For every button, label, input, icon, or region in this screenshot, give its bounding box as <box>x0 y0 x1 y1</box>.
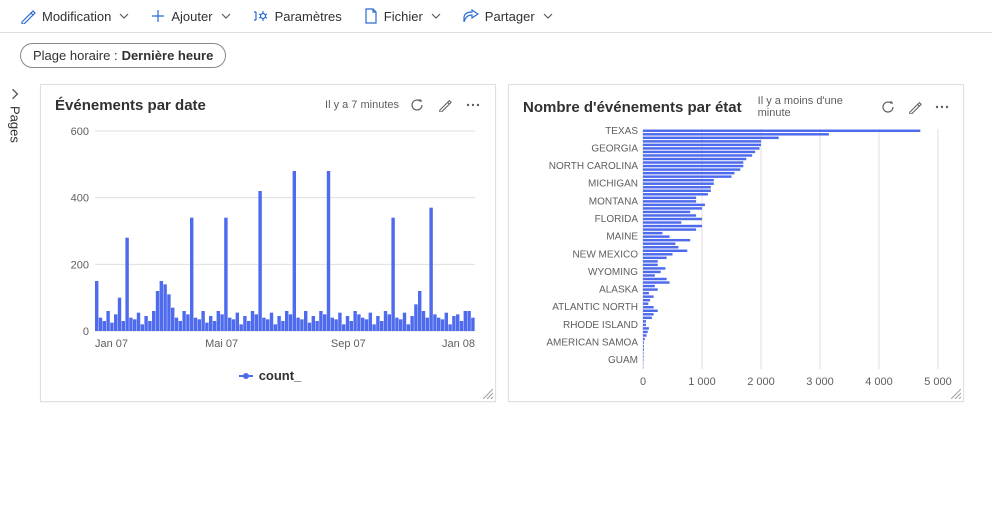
edit-tile-button[interactable] <box>435 95 455 115</box>
pencil-icon <box>908 100 922 114</box>
svg-text:0: 0 <box>83 326 89 338</box>
more-button[interactable] <box>932 97 951 117</box>
svg-text:NORTH CAROLINA: NORTH CAROLINA <box>549 161 639 172</box>
legend-swatch <box>239 375 253 377</box>
timerange-value: Dernière heure <box>122 48 214 63</box>
share-label: Partager <box>485 9 535 24</box>
more-button[interactable] <box>463 95 483 115</box>
events-by-state-chart: 0 1 000 2 000 3 000 4 000 5 000 TEXAS GEORGIA NO… <box>523 125 953 393</box>
svg-text:Jan 08: Jan 08 <box>442 338 475 350</box>
card-events-by-date: Événements par date Il y a 7 minutes 0 20… <box>40 84 496 402</box>
svg-text:FLORIDA: FLORIDA <box>595 214 639 225</box>
chevron-down-icon <box>221 11 231 21</box>
svg-text:NEW MEXICO: NEW MEXICO <box>572 249 638 260</box>
svg-text:3 000: 3 000 <box>806 376 834 388</box>
add-label: Ajouter <box>171 9 212 24</box>
timerange-label: Plage horaire : <box>33 48 118 63</box>
chevron-down-icon <box>119 11 129 21</box>
refresh-button[interactable] <box>879 97 898 117</box>
toolbar: Modification Ajouter Paramètres Fichier … <box>0 0 992 33</box>
edit-tile-button[interactable] <box>906 97 925 117</box>
params-icon <box>253 8 269 24</box>
file-label: Fichier <box>384 9 423 24</box>
file-icon <box>364 8 378 24</box>
side-rail: Pages <box>0 78 30 143</box>
svg-text:400: 400 <box>71 193 89 205</box>
refresh-icon <box>410 98 424 112</box>
resize-handle[interactable] <box>483 389 493 399</box>
svg-text:MAINE: MAINE <box>606 232 638 243</box>
pages-label[interactable]: Pages <box>8 106 23 143</box>
svg-text:TEXAS: TEXAS <box>605 126 638 137</box>
svg-text:MICHIGAN: MICHIGAN <box>588 179 638 190</box>
svg-text:GUAM: GUAM <box>608 355 638 366</box>
file-button[interactable]: Fichier <box>364 8 441 24</box>
svg-text:4 000: 4 000 <box>865 376 893 388</box>
svg-text:1 000: 1 000 <box>688 376 716 388</box>
events-by-date-chart: 0 200 400 600 Jan 07 Mai 07 Sep 07 Jan 08 <box>55 121 485 361</box>
resize-handle[interactable] <box>951 389 961 399</box>
card-title: Nombre d'événements par état <box>523 99 742 116</box>
svg-text:ALASKA: ALASKA <box>599 285 638 296</box>
svg-text:Mai 07: Mai 07 <box>205 338 238 350</box>
legend-label: count_ <box>259 368 302 383</box>
ellipsis-icon <box>935 105 949 109</box>
params-label: Paramètres <box>275 9 342 24</box>
chevron-down-icon <box>431 11 441 21</box>
chevron-right-icon[interactable] <box>9 88 21 100</box>
svg-text:GEORGIA: GEORGIA <box>591 143 638 154</box>
pencil-icon <box>438 98 452 112</box>
svg-text:600: 600 <box>71 126 89 138</box>
pencil-icon <box>20 8 36 24</box>
refresh-icon <box>881 100 895 114</box>
svg-text:AMERICAN SAMOA: AMERICAN SAMOA <box>546 338 638 349</box>
params-button[interactable]: Paramètres <box>253 8 342 24</box>
svg-text:Sep 07: Sep 07 <box>331 338 366 350</box>
add-button[interactable]: Ajouter <box>151 9 230 24</box>
filter-row: Plage horaire : Dernière heure <box>0 33 992 78</box>
edit-button[interactable]: Modification <box>20 8 129 24</box>
edit-label: Modification <box>42 9 111 24</box>
card-title: Événements par date <box>55 97 206 114</box>
svg-text:2 000: 2 000 <box>747 376 775 388</box>
svg-text:RHODE ISLAND: RHODE ISLAND <box>563 320 638 331</box>
card-timestamp: Il y a 7 minutes <box>325 99 399 111</box>
svg-text:200: 200 <box>71 259 89 271</box>
card-timestamp: Il y a moins d'une minute <box>758 95 871 119</box>
ellipsis-icon <box>466 103 480 107</box>
svg-text:WYOMING: WYOMING <box>588 267 638 278</box>
chevron-down-icon <box>543 11 553 21</box>
svg-text:ATLANTIC NORTH: ATLANTIC NORTH <box>552 302 638 313</box>
svg-text:5 000: 5 000 <box>924 376 952 388</box>
share-icon <box>463 9 479 23</box>
refresh-button[interactable] <box>407 95 427 115</box>
svg-text:MONTANA: MONTANA <box>589 196 639 207</box>
svg-text:0: 0 <box>640 376 646 388</box>
chart-legend: count_ <box>55 368 485 383</box>
timerange-pill[interactable]: Plage horaire : Dernière heure <box>20 43 226 68</box>
svg-text:Jan 07: Jan 07 <box>95 338 128 350</box>
share-button[interactable]: Partager <box>463 9 553 24</box>
card-events-by-state: Nombre d'événements par état Il y a moin… <box>508 84 964 402</box>
plus-icon <box>151 9 165 23</box>
